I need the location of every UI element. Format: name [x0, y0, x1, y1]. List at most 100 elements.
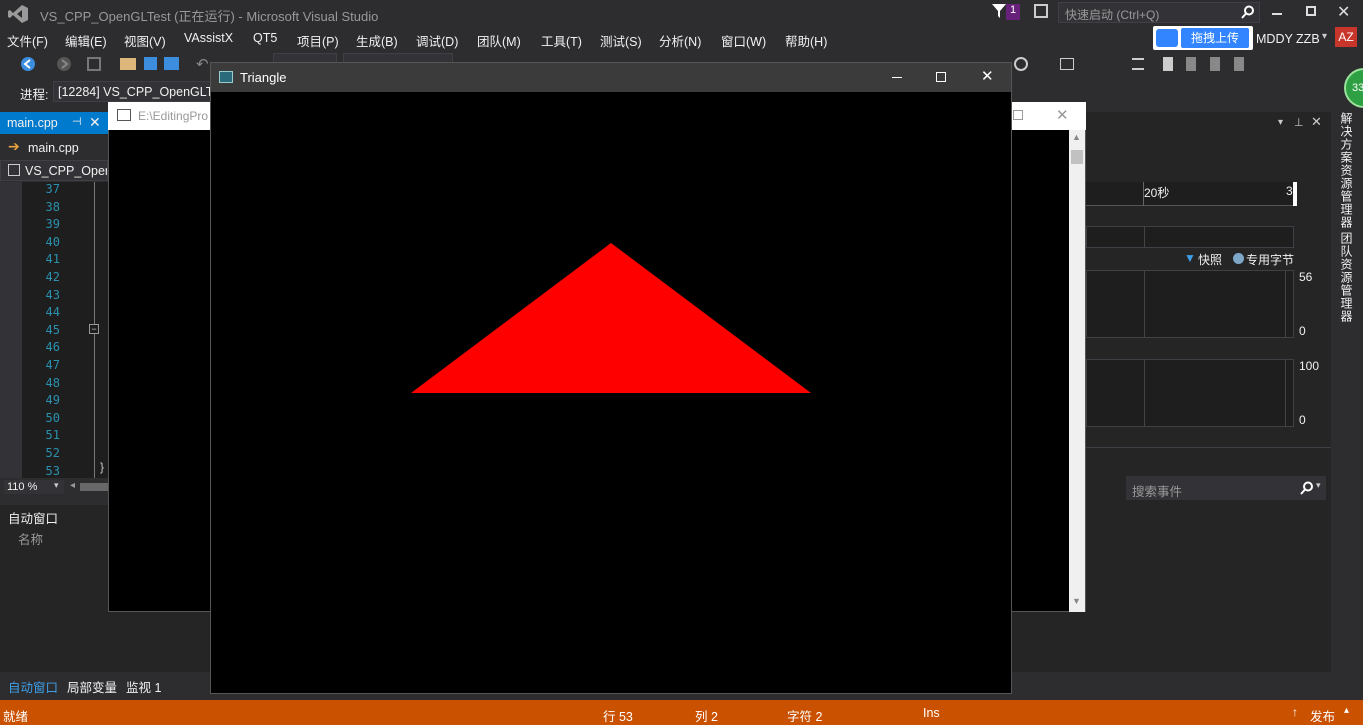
collapse-icon[interactable]: − — [89, 324, 99, 334]
time-label-end: 3 — [1286, 184, 1293, 198]
scroll-thumb[interactable] — [1071, 150, 1083, 164]
tab-locals[interactable]: 局部变量 — [67, 677, 117, 696]
process-dropdown[interactable]: [12284] VS_CPP_OpenGLTe — [53, 81, 219, 102]
upload-widget[interactable]: 拖拽上传 — [1153, 26, 1253, 50]
publish-button[interactable]: 发布 — [1310, 706, 1335, 725]
side-tab-team-explorer[interactable]: 团队资源管理器 — [1338, 232, 1355, 323]
line-number: 49 — [45, 393, 60, 408]
menu-edit[interactable]: 编辑(E) — [65, 31, 107, 50]
feedback-icon[interactable] — [1034, 4, 1048, 18]
side-tab-solution-explorer[interactable]: 解决方案资源管理器 — [1338, 112, 1355, 229]
bookmark-icon[interactable] — [1163, 57, 1173, 71]
zoom-dropdown[interactable]: 110 % ▾ — [4, 480, 64, 494]
project-icon — [8, 164, 20, 176]
scroll-up-icon[interactable]: ▲ — [1072, 132, 1081, 142]
back-icon[interactable] — [20, 56, 36, 72]
menu-tools[interactable]: 工具(T) — [541, 31, 582, 50]
status-char: 字符 2 — [787, 710, 823, 724]
find-icon[interactable] — [1014, 57, 1028, 71]
triangle-window-titlebar[interactable]: Triangle ✕ — [211, 63, 1011, 92]
bookmark-clear-icon[interactable] — [1234, 57, 1244, 71]
gl-maximize-button[interactable] — [936, 72, 946, 82]
line-number: 40 — [45, 234, 60, 249]
editor-tab-main-cpp[interactable]: main.cpp ⊣ ✕ — [0, 112, 108, 134]
pin-icon[interactable]: ⊣ — [72, 115, 82, 128]
status-bar: 就绪 行 53 列 2 字符 2 Ins ↑ 发布 ▴ — [0, 700, 1363, 725]
console-scrollbar[interactable]: ▲ ▼ — [1069, 130, 1085, 612]
memory-max: 56 — [1299, 270, 1313, 284]
memory-graph[interactable] — [1086, 270, 1294, 338]
user-avatar[interactable]: AZ — [1335, 27, 1357, 47]
title-bar: VS_CPP_OpenGLTest (正在运行) - Microsoft Vis… — [0, 0, 1363, 28]
menu-window[interactable]: 窗口(W) — [721, 31, 766, 50]
indent-icon[interactable] — [1060, 58, 1074, 70]
tab-close-icon[interactable]: ✕ — [89, 114, 101, 131]
quick-launch-input[interactable]: 快速启动 (Ctrl+Q) — [1058, 2, 1260, 23]
bookmark-prev-icon[interactable] — [1186, 57, 1196, 71]
tab-autos[interactable]: 自动窗口 — [8, 677, 58, 696]
publish-arrow-icon[interactable]: ↑ — [1292, 705, 1298, 719]
scroll-down-icon[interactable]: ▼ — [1072, 596, 1081, 606]
comment-icon[interactable] — [1132, 58, 1144, 70]
forward-icon[interactable] — [56, 56, 72, 72]
minimize-button[interactable] — [1272, 13, 1282, 15]
panel-pin-icon[interactable]: ⊥ — [1294, 116, 1304, 129]
line-number: 45 — [45, 322, 60, 337]
timeline-cursor[interactable] — [1293, 182, 1297, 206]
autos-title: 自动窗口 — [8, 512, 59, 526]
horizontal-scrollbar[interactable] — [80, 483, 108, 491]
new-item-icon[interactable] — [87, 57, 101, 71]
menu-analyze[interactable]: 分析(N) — [659, 31, 701, 50]
tab-watch-1[interactable]: 监视 1 — [126, 677, 161, 696]
cloud-icon — [1156, 29, 1178, 47]
close-button[interactable]: ✕ — [1337, 2, 1350, 22]
menu-view[interactable]: 视图(V) — [124, 31, 166, 50]
nav-bar-project[interactable]: VS_CPP_OpenG — [0, 160, 108, 181]
save-all-icon[interactable] — [164, 57, 179, 70]
line-number: 52 — [45, 446, 60, 460]
menu-qt5[interactable]: QT5 — [253, 31, 277, 45]
bookmark-next-icon[interactable] — [1210, 57, 1220, 71]
timeline-ruler[interactable]: 20秒 3 — [1086, 182, 1294, 206]
events-track — [1086, 226, 1294, 248]
save-icon[interactable] — [144, 57, 157, 70]
scroll-left-icon[interactable]: ◂ — [70, 480, 75, 491]
line-number: 38 — [45, 199, 60, 214]
undo-icon[interactable]: ↶ — [196, 55, 209, 73]
menu-file[interactable]: 文件(F) — [7, 31, 48, 50]
column-header-name[interactable]: 名称 — [18, 529, 43, 548]
user-name[interactable]: MDDY ZZB — [1256, 32, 1320, 46]
gl-minimize-button[interactable] — [892, 77, 902, 78]
chevron-down-icon: ▾ — [54, 480, 59, 490]
search-dropdown-icon[interactable]: ▾ — [1316, 480, 1321, 491]
open-folder-icon[interactable] — [120, 58, 136, 70]
menu-team[interactable]: 团队(M) — [477, 31, 521, 50]
gl-canvas — [211, 92, 1011, 693]
line-number: 47 — [45, 358, 60, 372]
search-events-icon — [1300, 481, 1313, 495]
console-maximize-button[interactable] — [1013, 110, 1023, 120]
panel-menu-icon[interactable]: ▾ — [1278, 117, 1283, 128]
notification-badge[interactable]: 1 — [1006, 4, 1020, 20]
menu-debug[interactable]: 调试(D) — [416, 31, 458, 50]
menu-help[interactable]: 帮助(H) — [785, 31, 827, 50]
upload-button[interactable]: 拖拽上传 — [1181, 28, 1249, 48]
cpu-graph[interactable] — [1086, 359, 1294, 427]
console-close-button[interactable]: ✕ — [1056, 106, 1069, 124]
panel-close-icon[interactable]: ✕ — [1311, 114, 1322, 130]
code-editor[interactable]: 37 38 39 40 41 42 43 44 45 46 47 48 49 5… — [0, 182, 112, 478]
restore-button[interactable] — [1306, 6, 1316, 16]
menu-project[interactable]: 项目(P) — [297, 31, 339, 50]
menu-vassistx[interactable]: VAssistX — [184, 31, 233, 45]
gl-close-button[interactable]: ✕ — [981, 67, 994, 85]
line-number: 53 — [45, 463, 60, 478]
filter-icon[interactable] — [991, 3, 1007, 19]
menu-test[interactable]: 测试(S) — [600, 31, 642, 50]
legend-dot-icon — [1233, 253, 1244, 264]
user-dropdown-icon[interactable]: ▾ — [1322, 31, 1327, 42]
menu-build[interactable]: 生成(B) — [356, 31, 398, 50]
arrow-right-icon: ➔ — [8, 138, 20, 154]
search-events-input[interactable]: 搜索事件 ▾ — [1126, 476, 1326, 500]
publish-menu-icon[interactable]: ▴ — [1344, 705, 1349, 716]
nav-bar-file[interactable]: ➔ main.cpp — [0, 136, 108, 158]
